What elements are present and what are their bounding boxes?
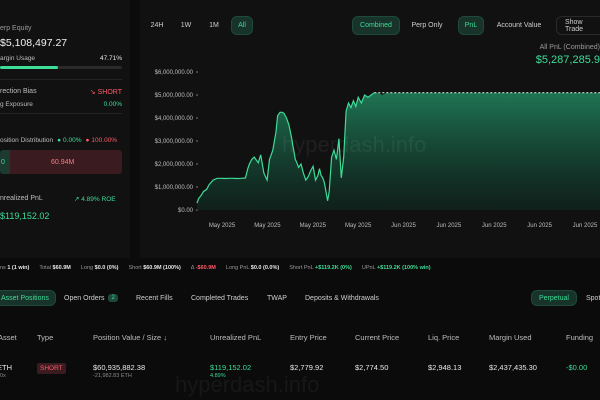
cell-funding: -$0.00 xyxy=(566,363,588,372)
trend-up-icon: ↗ xyxy=(74,196,80,203)
open-orders-count: 2 xyxy=(108,294,118,302)
y-tick-label: $0.00 xyxy=(178,208,194,214)
col-header-type[interactable]: Type xyxy=(37,333,53,342)
dist-long-segment: 0 xyxy=(0,150,10,174)
col-header-asset[interactable]: Asset xyxy=(0,333,17,342)
short-dot-icon: ● xyxy=(85,137,90,144)
y-tick-label: $1,000,000.00 xyxy=(155,185,194,191)
exposure-value: 0.00% xyxy=(103,101,122,108)
position-distribution-bar: 0 60.94M xyxy=(0,150,122,174)
side-badge: SHORT xyxy=(37,363,66,374)
trend-down-icon: ↘ xyxy=(89,89,96,96)
cell-liq-price: $2,948.13 xyxy=(428,363,462,372)
margin-usage-row: argin Usage 47.71% xyxy=(0,55,122,62)
equity-label: erp Equity xyxy=(0,25,32,32)
cell-entry-price: $2,779.92 xyxy=(290,363,324,372)
pnl-area-chart: $0.00 $1,000,000.00 $2,000,000.00 $3,000,00… xyxy=(155,70,600,229)
x-tick-label: May 2025 xyxy=(254,223,281,229)
stat-item: Short PnL +$119.2K (0%) xyxy=(289,265,352,271)
stat-item: ns 1 (1 win) xyxy=(0,265,30,271)
distribution-row: osition Distribution ● 0.00% ● 100.00% xyxy=(0,137,122,144)
col-header-entry-price[interactable]: Entry Price xyxy=(290,333,327,342)
stat-item: Long $0.0 (0%) xyxy=(80,265,119,271)
y-tick-label: $2,000,000.00 xyxy=(155,162,194,168)
stat-item: Total $60.9M xyxy=(39,265,71,271)
account-summary-panel: erp Equity $5,108,497.27 argin Usage 47.… xyxy=(0,0,130,258)
col-header-position-value[interactable]: Position Value / Size ↓ xyxy=(93,333,167,342)
cell-margin-used: $2,437,435.30 xyxy=(489,363,537,372)
cell-position-value: $60,935,882.38 xyxy=(93,363,146,372)
y-tick-label: $6,000,000.00 xyxy=(155,70,194,76)
upnl-label: nrealized PnL xyxy=(0,195,43,202)
pnl-chart-panel: 24H 1W 1M All Combined Perp Only PnL Acc… xyxy=(140,0,600,258)
tab-twap[interactable]: TWAP xyxy=(267,290,287,306)
cell-current-price: $2,774.50 xyxy=(355,363,389,372)
stats-bar: ns 1 (1 win) Total $60.9M Long $0.0 (0%) Sh… xyxy=(0,259,600,277)
x-tick-label: May 2025 xyxy=(300,223,327,229)
x-tick-label: Jun 2025 xyxy=(482,223,507,229)
long-dot-icon: ● xyxy=(57,137,62,144)
y-tick-label: $4,000,000.00 xyxy=(155,116,194,122)
sort-down-icon[interactable]: ↓ xyxy=(163,333,167,342)
x-tick-label: May 2025 xyxy=(209,223,236,229)
upnl-roe: ↗ 4.89% ROE xyxy=(74,196,116,203)
toggle-spot[interactable]: Spot xyxy=(586,290,600,306)
y-tick-label: $5,000,000.00 xyxy=(155,93,194,99)
exposure-row: g Exposure 0.00% xyxy=(0,101,122,108)
stat-item: Long PnL $0.0 (0.0%) xyxy=(225,265,280,271)
margin-usage-label: argin Usage xyxy=(0,55,36,62)
upnl-value: $119,152.02 xyxy=(0,211,50,221)
stat-item: Δ -$60.9M xyxy=(190,265,216,271)
cell-position-size: -21,982.83 ETH xyxy=(93,373,132,379)
cell-leverage: 20x xyxy=(0,373,6,379)
dist-short-pct: 100.00% xyxy=(91,137,118,144)
positions-tabs: Asset Positions Open Orders 2 Recent Fill… xyxy=(0,286,600,310)
dist-long-pct: 0.00% xyxy=(63,137,82,144)
direction-bias-value: ↘ SHORT xyxy=(89,89,122,96)
cell-upnl: $119,152.02 xyxy=(210,363,252,372)
stat-item: Short $60.9M (100%) xyxy=(128,265,181,271)
watermark-text: hyperdash.info xyxy=(175,372,320,397)
margin-usage-value: 47.71% xyxy=(99,55,122,62)
tab-asset-positions[interactable]: Asset Positions xyxy=(0,290,56,306)
x-tick-label: Jun 2025 xyxy=(437,223,462,229)
x-tick-label: Jun 2025 xyxy=(573,223,598,229)
y-tick-label: $3,000,000.00 xyxy=(155,139,194,145)
col-header-upnl[interactable]: Unrealized PnL xyxy=(210,333,261,342)
col-header-margin-used[interactable]: Margin Used xyxy=(489,333,532,342)
cell-asset: ETH xyxy=(0,363,12,372)
col-header-funding[interactable]: Funding xyxy=(566,333,593,342)
tab-recent-fills[interactable]: Recent Fills xyxy=(136,290,173,306)
margin-usage-bar xyxy=(0,66,122,69)
col-header-current-price[interactable]: Current Price xyxy=(355,333,399,342)
divider xyxy=(0,113,122,114)
tab-completed-trades[interactable]: Completed Trades xyxy=(191,290,248,306)
watermark-text: hyperdash.info xyxy=(282,132,426,157)
x-tick-label: May 2025 xyxy=(345,223,372,229)
divider xyxy=(0,79,122,80)
tab-deposits-withdrawals[interactable]: Deposits & Withdrawals xyxy=(305,290,379,306)
equity-value: $5,108,497.27 xyxy=(0,37,68,49)
dist-short-segment: 60.94M xyxy=(10,150,122,174)
exposure-label: g Exposure xyxy=(0,101,33,108)
tab-open-orders[interactable]: Open Orders 2 xyxy=(64,290,118,306)
col-header-liq-price[interactable]: Liq. Price xyxy=(428,333,459,342)
toggle-perpetual[interactable]: Perpetual xyxy=(531,290,577,306)
margin-usage-fill xyxy=(0,66,59,69)
stat-item: UPnL +$119.2K (100% win) xyxy=(361,265,431,271)
direction-bias-row: rection Bias ↘ SHORT xyxy=(0,88,122,96)
distribution-label: osition Distribution xyxy=(0,137,54,144)
x-tick-label: Jun 2025 xyxy=(527,223,552,229)
direction-bias-label: rection Bias xyxy=(0,88,37,95)
x-tick-label: Jun 2025 xyxy=(391,223,416,229)
